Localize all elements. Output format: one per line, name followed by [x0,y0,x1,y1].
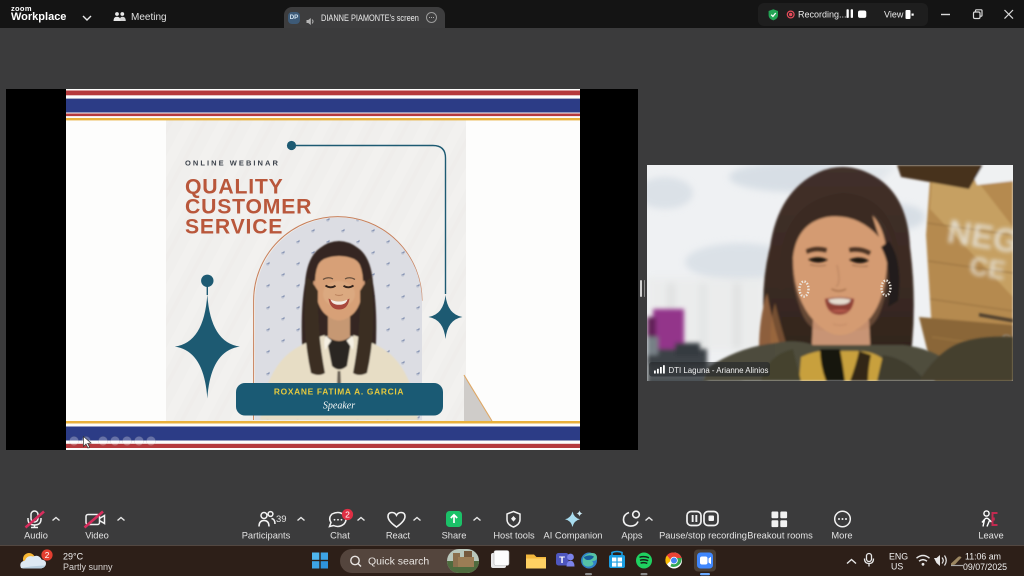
svg-text:US: US [891,562,903,572]
svg-text:Host tools: Host tools [493,531,535,541]
svg-text:2: 2 [345,510,350,520]
svg-text:ENG: ENG [889,552,908,562]
svg-text:Share: Share [442,531,467,541]
svg-text:Recording...: Recording... [798,10,847,20]
svg-text:Pause/stop recording: Pause/stop recording [659,531,747,541]
svg-text:Apps: Apps [621,531,643,541]
svg-text:View: View [884,10,904,20]
svg-text:39: 39 [276,514,287,525]
svg-text:CE: CE [967,250,1007,285]
svg-text:ONLINE WEBINAR: ONLINE WEBINAR [185,159,280,168]
svg-text:29°C: 29°C [63,552,84,562]
svg-text:SERVICE: SERVICE [185,216,283,239]
svg-text:09/07/2025: 09/07/2025 [963,562,1007,572]
svg-text:2: 2 [45,550,50,560]
svg-text:Speaker: Speaker [323,401,355,412]
svg-text:Breakout rooms: Breakout rooms [747,531,813,541]
svg-text:Partly sunny: Partly sunny [63,562,113,572]
svg-text:DTI Laguna - Arianne Alinios: DTI Laguna - Arianne Alinios [669,366,769,375]
svg-text:T: T [559,555,565,566]
svg-text:Participants: Participants [242,531,291,541]
svg-text:Audio: Audio [24,531,48,541]
svg-text:More: More [831,531,852,541]
svg-text:Leave: Leave [978,531,1003,541]
svg-text:React: React [386,531,411,541]
svg-text:ROXANE FATIMA A. GARCIA: ROXANE FATIMA A. GARCIA [274,387,404,397]
svg-text:AI Companion: AI Companion [544,531,603,541]
svg-text:11:06 am: 11:06 am [965,552,1001,562]
svg-text:Chat: Chat [330,531,350,541]
svg-text:Quick search: Quick search [368,556,429,568]
svg-text:Video: Video [85,531,109,541]
